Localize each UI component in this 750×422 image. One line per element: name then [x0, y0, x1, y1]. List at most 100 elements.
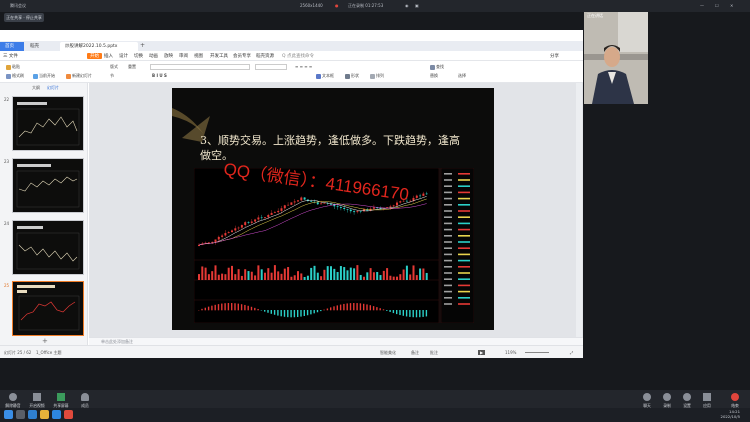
format-painter-button[interactable]: 格式刷: [6, 73, 24, 79]
minimize-icon[interactable]: —: [700, 3, 704, 8]
wps-tab-bar: 首页 稻壳 炒股讲解2022.10.5.pptx: [0, 41, 583, 51]
replace-button[interactable]: 替换: [430, 73, 438, 79]
slideshow-play-icon[interactable]: ▶: [478, 350, 486, 355]
menu-switch[interactable]: 切换: [134, 53, 143, 59]
settings-button[interactable]: 设置: [676, 393, 698, 409]
record-icon[interactable]: ◉: [405, 3, 409, 8]
menu-member[interactable]: 会员专享: [233, 53, 251, 59]
new-tab-icon[interactable]: +: [140, 42, 145, 49]
thumb-chart: [16, 102, 80, 146]
arrange-icon: [370, 73, 375, 79]
menu-resource[interactable]: 稻壳资源: [256, 53, 274, 59]
maximize-icon[interactable]: ☐: [715, 3, 719, 8]
shape-icon: [345, 73, 350, 79]
bold-icon[interactable]: B I U S: [152, 73, 167, 78]
shape-button[interactable]: 形状: [345, 73, 359, 79]
command-search[interactable]: Q 点此查找命令: [282, 53, 314, 59]
add-slide-icon[interactable]: +: [42, 337, 48, 345]
arrange-button[interactable]: 排列: [370, 73, 384, 79]
edge-icon[interactable]: [28, 410, 37, 419]
menu-view[interactable]: 视图: [194, 53, 203, 59]
meeting-app-icon[interactable]: [52, 410, 61, 419]
camera-icon: [33, 393, 41, 401]
zoom-level[interactable]: 119%: [505, 350, 516, 355]
find-button[interactable]: 查找: [430, 64, 444, 70]
menu-file[interactable]: 三 文件: [3, 53, 18, 59]
search-icon[interactable]: [16, 410, 25, 419]
slide-number: 22: [4, 97, 10, 102]
paste-button[interactable]: 粘贴: [6, 64, 20, 70]
system-clock: 14:21 2022/10/5: [708, 409, 740, 419]
font-size-select[interactable]: [255, 64, 287, 70]
brush-icon: [6, 73, 11, 79]
slide-number: 23: [4, 159, 10, 164]
watermark-layer: QQ（微信）：411966170: [222, 160, 410, 205]
notes-bar[interactable]: 单击此处添加备注: [89, 337, 583, 345]
members-icon: [81, 393, 89, 401]
tab-outline[interactable]: 大纲: [32, 85, 40, 91]
close-icon[interactable]: ✕: [730, 3, 733, 8]
zoom-slider[interactable]: [525, 352, 549, 353]
end-meeting-button[interactable]: 结束: [724, 393, 746, 409]
theme-name: 1_Office 主题: [36, 350, 62, 355]
apps-icon: [703, 393, 711, 401]
beautify-button[interactable]: 智能美化: [380, 350, 396, 356]
tab-home[interactable]: 首页: [0, 42, 24, 51]
thumb-chart: [16, 226, 80, 270]
fit-window-icon[interactable]: ⤢: [570, 350, 573, 355]
wps-ribbon: 粘贴 格式刷 当前开始 新建幻灯片 版式 节 重置 B I U S ≡ ≡ ≡ …: [0, 61, 583, 83]
textbox-button[interactable]: 文本框: [316, 73, 334, 79]
paste-icon: [6, 64, 11, 70]
meeting-background: [0, 358, 583, 390]
wps-icon[interactable]: [64, 410, 73, 419]
mic-icon: [9, 393, 17, 401]
new-slide-button[interactable]: 新建幻灯片: [66, 73, 92, 79]
slide-thumbnail-selected[interactable]: [12, 281, 84, 336]
thumb-chart: [16, 164, 80, 208]
select-button[interactable]: 选择: [458, 73, 466, 79]
stop-share-button[interactable]: 正在共享 · 停止共享: [4, 13, 44, 22]
camera-icon[interactable]: ▣: [415, 3, 419, 8]
notes-toggle[interactable]: 备注: [411, 350, 419, 356]
windows-start-icon[interactable]: [4, 410, 13, 419]
windows-taskbar: [0, 408, 750, 422]
layout-button[interactable]: 版式: [110, 64, 118, 70]
tab-slides[interactable]: 幻灯片: [47, 85, 59, 91]
section-button[interactable]: 节: [110, 73, 114, 79]
menu-design[interactable]: 设计: [119, 53, 128, 59]
folder-icon[interactable]: [40, 410, 49, 419]
resolution-label: 2560x1440: [300, 3, 323, 8]
meeting-app-name: 腾讯会议: [10, 3, 26, 8]
slide-thumbnail[interactable]: [12, 96, 84, 151]
align-icons[interactable]: ≡ ≡ ≡ ≡: [295, 64, 312, 69]
record-button[interactable]: 录制: [656, 393, 678, 409]
apps-button[interactable]: 应用: [696, 393, 718, 409]
menu-dev-tools[interactable]: 开发工具: [210, 53, 228, 59]
slide-thumbnail[interactable]: [12, 158, 84, 213]
comment-toggle[interactable]: 批注: [430, 350, 438, 356]
wps-menu-bar: 三 文件 开始 插入 设计 切换 动画 放映 审阅 视图 开发工具 会员专享 稻…: [0, 51, 583, 61]
textbox-icon: [316, 73, 321, 79]
participant-image: [584, 12, 648, 104]
members-button[interactable]: 成员: [74, 393, 96, 409]
share-screen-button[interactable]: 共享屏幕: [50, 393, 72, 409]
video-button[interactable]: 开启视频: [26, 393, 48, 409]
tab-pptx-file[interactable]: 炒股讲解2022.10.5.pptx: [60, 42, 138, 51]
menu-share[interactable]: 分享: [550, 53, 559, 59]
menu-insert[interactable]: 插入: [104, 53, 113, 59]
slide-number: 24: [4, 221, 10, 226]
menu-review[interactable]: 审阅: [179, 53, 188, 59]
reset-button[interactable]: 重置: [128, 64, 136, 70]
tab-docer[interactable]: 稻壳: [25, 42, 57, 51]
from-current-button[interactable]: 当前开始: [33, 73, 55, 79]
menu-start[interactable]: 开始: [87, 53, 102, 59]
menu-show[interactable]: 放映: [164, 53, 173, 59]
vertical-scrollbar[interactable]: [576, 83, 582, 337]
status-bar: 幻灯片 25 / 62 1_Office 主题 智能美化 备注 批注 ▶ 119…: [0, 345, 583, 358]
chat-button[interactable]: 聊天: [636, 393, 658, 409]
mute-button[interactable]: 解除静音: [2, 393, 24, 409]
slide-thumbnail[interactable]: [12, 220, 84, 275]
participant-video[interactable]: [584, 12, 648, 104]
font-name-select[interactable]: [150, 64, 250, 70]
menu-animation[interactable]: 动画: [149, 53, 158, 59]
